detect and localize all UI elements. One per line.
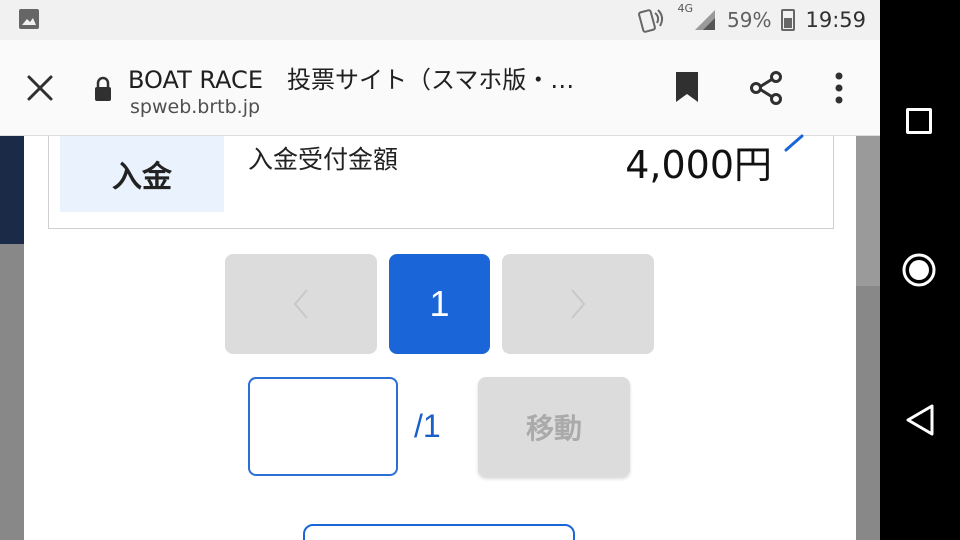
nfc-signal-icon xyxy=(638,9,664,33)
battery-icon xyxy=(781,9,796,31)
page-number-input[interactable] xyxy=(248,377,398,476)
previous-page-button[interactable] xyxy=(225,254,377,354)
back-icon[interactable] xyxy=(904,403,936,437)
lock-icon xyxy=(95,76,111,101)
clock: 19:59 xyxy=(805,8,866,32)
phone-screen: 4G 59% 19:59 BOAT RACE 投票サイト（スマホ版・… spwe… xyxy=(0,0,880,540)
status-bar-right: 4G 59% 19:59 xyxy=(637,2,866,36)
chevron-right-icon xyxy=(571,289,586,319)
home-icon[interactable] xyxy=(901,252,937,288)
bookmark-icon[interactable] xyxy=(674,70,700,104)
background-page-header xyxy=(0,136,24,244)
status-bar: 4G 59% 19:59 xyxy=(0,0,880,40)
menu-icon[interactable] xyxy=(826,70,852,106)
chevron-left-icon xyxy=(293,289,308,319)
close-icon[interactable] xyxy=(24,72,56,104)
battery-percentage: 59% xyxy=(727,8,772,32)
image-notification-icon xyxy=(19,9,39,29)
page-total: /1 xyxy=(414,408,441,444)
edit-pencil-icon[interactable] xyxy=(784,134,806,152)
page-url[interactable]: spweb.brtb.jp xyxy=(130,96,260,118)
move-button[interactable]: 移動 xyxy=(478,377,630,477)
page-title: BOAT RACE 投票サイト（スマホ版・… xyxy=(128,66,575,94)
deposit-amount: 4,000円 xyxy=(625,143,772,187)
browser-toolbar: BOAT RACE 投票サイト（スマホ版・… spweb.brtb.jp xyxy=(0,40,880,136)
network-type: 4G xyxy=(677,2,694,15)
share-icon[interactable] xyxy=(748,70,784,106)
recents-icon[interactable] xyxy=(906,108,932,134)
page-button-current[interactable]: 1 xyxy=(389,254,490,354)
deposit-label: 入金 xyxy=(60,136,224,212)
bottom-action-button[interactable] xyxy=(303,524,575,540)
background-overlay-right-top xyxy=(856,136,880,286)
deposit-description: 入金受付金額 xyxy=(248,145,399,174)
cell-signal-icon xyxy=(695,10,716,30)
background-overlay-left xyxy=(0,244,24,540)
next-page-button[interactable] xyxy=(502,254,654,354)
